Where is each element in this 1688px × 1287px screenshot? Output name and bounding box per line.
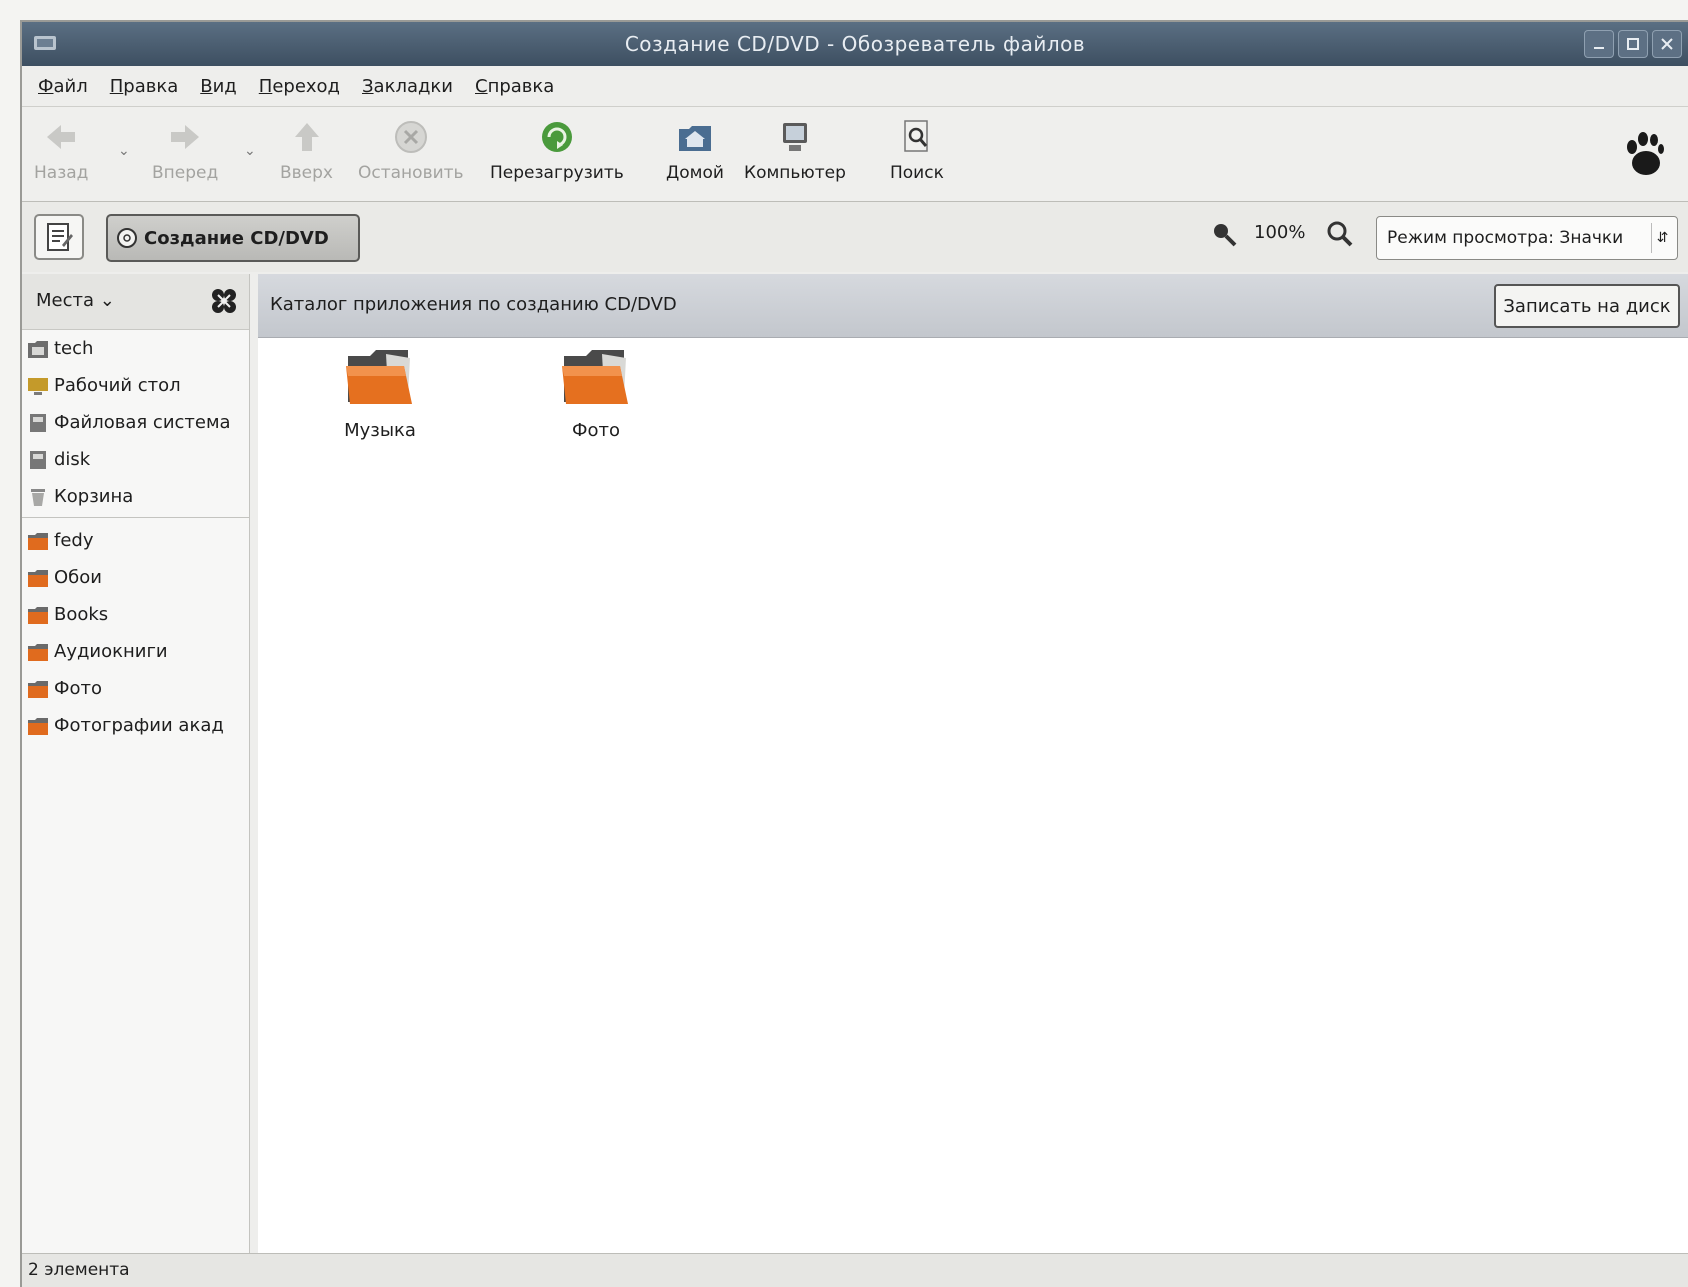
sidebar-item-books[interactable]: Books [22,596,249,633]
search-icon [904,120,928,152]
sidebar-item-desktop[interactable]: Рабочий стол [22,367,249,404]
folder-item-music[interactable]: Музыка [310,346,450,441]
toggle-location-entry-button[interactable] [34,214,84,260]
places-list: tech Рабочий стол Файловая система disk … [22,330,249,515]
harddisk-icon [30,450,46,469]
up-button[interactable]: Вверх [280,117,333,195]
menu-help[interactable]: Справка [475,76,554,97]
up-label: Вверх [280,163,333,183]
folder-icon [28,643,48,661]
reload-button[interactable]: Перезагрузить [490,117,624,195]
up-arrow-icon [294,123,319,151]
item-count: 2 элемента [28,1260,130,1280]
computer-button[interactable]: Компьютер [744,117,846,195]
desktop-icon [28,377,48,395]
trash-icon [31,488,45,506]
folder-label-music: Музыка [344,420,416,441]
sidebar-close-icon[interactable] [209,286,239,316]
menu-file[interactable]: Файл [38,76,88,97]
folder-icon [28,606,48,624]
infobar-message: Каталог приложения по созданию CD/DVD [270,294,677,315]
menu-view[interactable]: Вид [200,76,237,97]
sidebar-separator [22,517,249,518]
title-bar[interactable]: Создание CD/DVD - Обозреватель файлов [22,22,1688,66]
sidebar-places-dropdown[interactable]: Места ⌄ [36,290,115,311]
zoom-out-icon[interactable] [1210,220,1238,248]
folder-icon [346,350,412,404]
menu-bar: Файл Правка Вид Переход Закладки Справка [22,66,1688,106]
location-label: Создание CD/DVD [144,227,329,249]
back-button[interactable]: Назад [34,117,88,195]
file-manager-window: Создание CD/DVD - Обозреватель файлов Фа… [20,20,1688,1287]
zoom-in-icon[interactable] [1326,220,1354,248]
stop-label: Остановить [358,163,464,183]
location-bar: Создание CD/DVD 100% Режим просмотра: Зн… [22,202,1688,272]
minimize-icon [1594,47,1604,49]
folder-icon [562,350,628,404]
back-label: Назад [34,163,89,183]
zoom-level[interactable]: 100% [1254,222,1305,243]
search-label: Поиск [890,163,944,183]
sidebar-item-audiobooks[interactable]: Аудиокниги [22,633,249,670]
sidebar-item-filesystem[interactable]: Файловая система [22,404,249,441]
folder-icon [28,532,48,550]
sidebar-item-fedy[interactable]: fedy [22,522,249,559]
menu-edit[interactable]: Правка [110,76,179,97]
home-folder-icon [678,126,711,151]
maximize-button[interactable] [1618,30,1648,58]
sidebar-item-photo[interactable]: Фото [22,670,249,707]
edit-location-icon [47,223,73,251]
sidebar-item-disk[interactable]: disk [22,441,249,478]
reload-label: Перезагрузить [490,163,624,183]
computer-label: Компьютер [744,163,846,183]
folder-item-photo[interactable]: Фото [526,346,666,441]
folder-icon [28,680,48,698]
reload-icon [541,122,572,152]
sidebar-item-trash[interactable]: Корзина [22,478,249,515]
home-button[interactable]: Домой [666,117,724,195]
window-title: Создание CD/DVD - Обозреватель файлов [624,32,1086,56]
forward-button[interactable]: Вперед [152,117,218,195]
view-mode-value: Режим просмотра: Значки [1387,228,1624,248]
gnome-foot-icon [1627,132,1664,175]
stop-icon [394,121,427,153]
sidebar-item-oboi[interactable]: Обои [22,559,249,596]
maximize-icon [1627,38,1639,50]
status-bar: 2 элемента [22,1253,1688,1287]
view-mode-spinner-icon[interactable]: ⇵ [1651,223,1673,253]
close-button[interactable] [1652,30,1682,58]
stop-button[interactable]: Остановить [358,117,464,195]
sidebar-header: Места ⌄ [22,274,249,330]
cd-dvd-icon [117,228,137,248]
back-arrow-icon [47,125,76,149]
home-label: Домой [666,163,724,183]
folder-icon [28,717,48,735]
menu-go[interactable]: Переход [259,76,340,97]
search-button[interactable]: Поиск [890,117,944,195]
location-button[interactable]: Создание CD/DVD [106,214,360,262]
burn-to-disc-button[interactable]: Записать на диск [1494,284,1680,328]
forward-history-dropdown[interactable]: ⌄ [244,143,256,159]
file-view[interactable]: Каталог приложения по созданию CD/DVD За… [258,274,1688,1253]
forward-arrow-icon [171,125,200,149]
sidebar-item-academy-photos[interactable]: Фотографии акад [22,707,249,744]
close-icon [1661,38,1673,50]
menu-bookmarks[interactable]: Закладки [362,76,453,97]
computer-icon [782,123,807,151]
minimize-button[interactable] [1584,30,1614,58]
cd-burner-infobar: Каталог приложения по созданию CD/DVD За… [258,274,1688,338]
view-mode-select[interactable]: Режим просмотра: Значки ⇵ [1376,216,1678,260]
folder-label-photo: Фото [571,420,620,441]
sidebar: Места ⌄ tech Рабочий стол Файловая систе… [22,274,250,1253]
bookmarks-list: fedy Обои Books Аудиокниги Фото Фотограф… [22,522,249,744]
back-history-dropdown[interactable]: ⌄ [118,143,130,159]
sidebar-item-tech[interactable]: tech [22,330,249,367]
toolbar: Назад ⌄ Вперед ⌄ Вверх Остановить Переза… [22,106,1688,202]
harddisk-icon [30,413,46,432]
folder-icon [28,569,48,587]
home-folder-icon [28,340,48,358]
forward-label: Вперед [152,163,219,183]
